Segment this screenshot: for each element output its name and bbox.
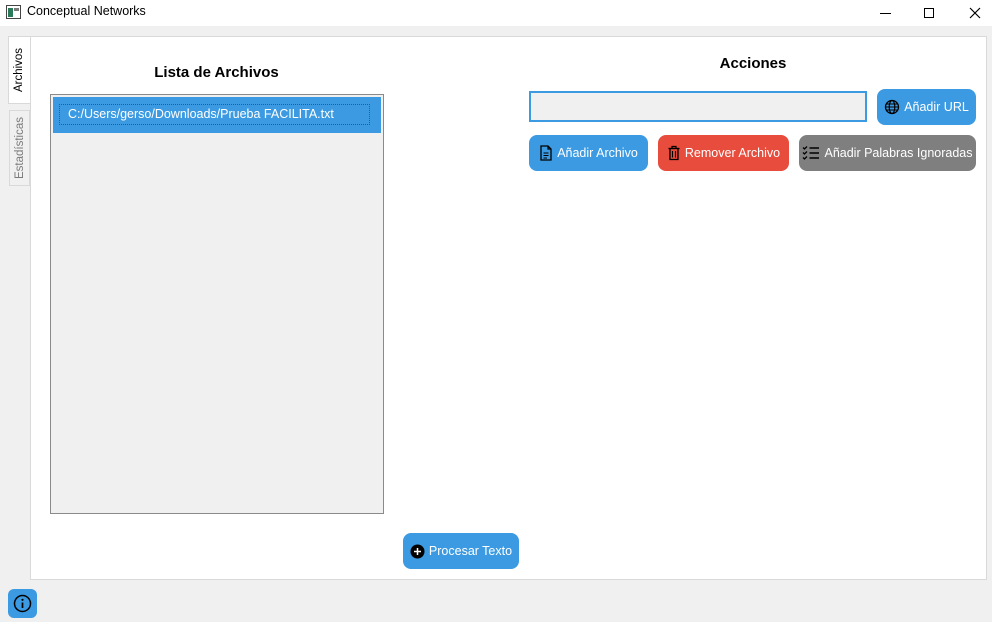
list-item[interactable]: C:/Users/gerso/Downloads/Prueba FACILITA… [53, 97, 381, 133]
files-title: Lista de Archivos [154, 64, 279, 81]
add-url-label: Añadir URL [904, 100, 969, 114]
app-icon [6, 5, 21, 19]
process-text-label: Procesar Texto [428, 544, 513, 558]
process-text-button[interactable]: Procesar Texto [403, 533, 519, 569]
tab-label: Estadísticas [13, 117, 26, 179]
url-input[interactable] [529, 91, 867, 122]
tab-archivos[interactable]: Archivos [8, 36, 30, 104]
add-file-button[interactable]: Añadir Archivo [529, 135, 648, 171]
window-title: Conceptual Networks [27, 4, 146, 18]
info-button[interactable] [8, 589, 37, 618]
minimize-button[interactable] [862, 0, 908, 26]
document-icon [540, 145, 552, 161]
plus-circle-icon [410, 544, 425, 558]
add-url-button[interactable]: Añadir URL [877, 89, 976, 125]
add-ignored-words-button[interactable]: Añadir Palabras Ignoradas [799, 135, 976, 171]
checklist-icon [803, 146, 820, 160]
info-icon [13, 594, 32, 613]
title-bar: Conceptual Networks [0, 0, 992, 26]
close-button[interactable] [952, 0, 992, 26]
tab-estadisticas[interactable]: Estadísticas [9, 110, 30, 186]
add-file-label: Añadir Archivo [557, 146, 638, 160]
maximize-icon [924, 8, 934, 18]
remove-file-button[interactable]: Remover Archivo [658, 135, 789, 171]
actions-title: Acciones [719, 55, 787, 72]
trash-icon [668, 145, 680, 161]
minimize-icon [879, 12, 891, 14]
add-ignored-words-label: Añadir Palabras Ignoradas [824, 146, 973, 160]
tab-label: Archivos [13, 47, 26, 93]
globe-icon [885, 99, 900, 115]
close-icon [969, 7, 981, 19]
maximize-button[interactable] [906, 0, 952, 26]
file-path: C:/Users/gerso/Downloads/Prueba FACILITA… [59, 104, 370, 125]
remove-file-label: Remover Archivo [684, 146, 781, 160]
file-list[interactable]: C:/Users/gerso/Downloads/Prueba FACILITA… [50, 94, 384, 514]
